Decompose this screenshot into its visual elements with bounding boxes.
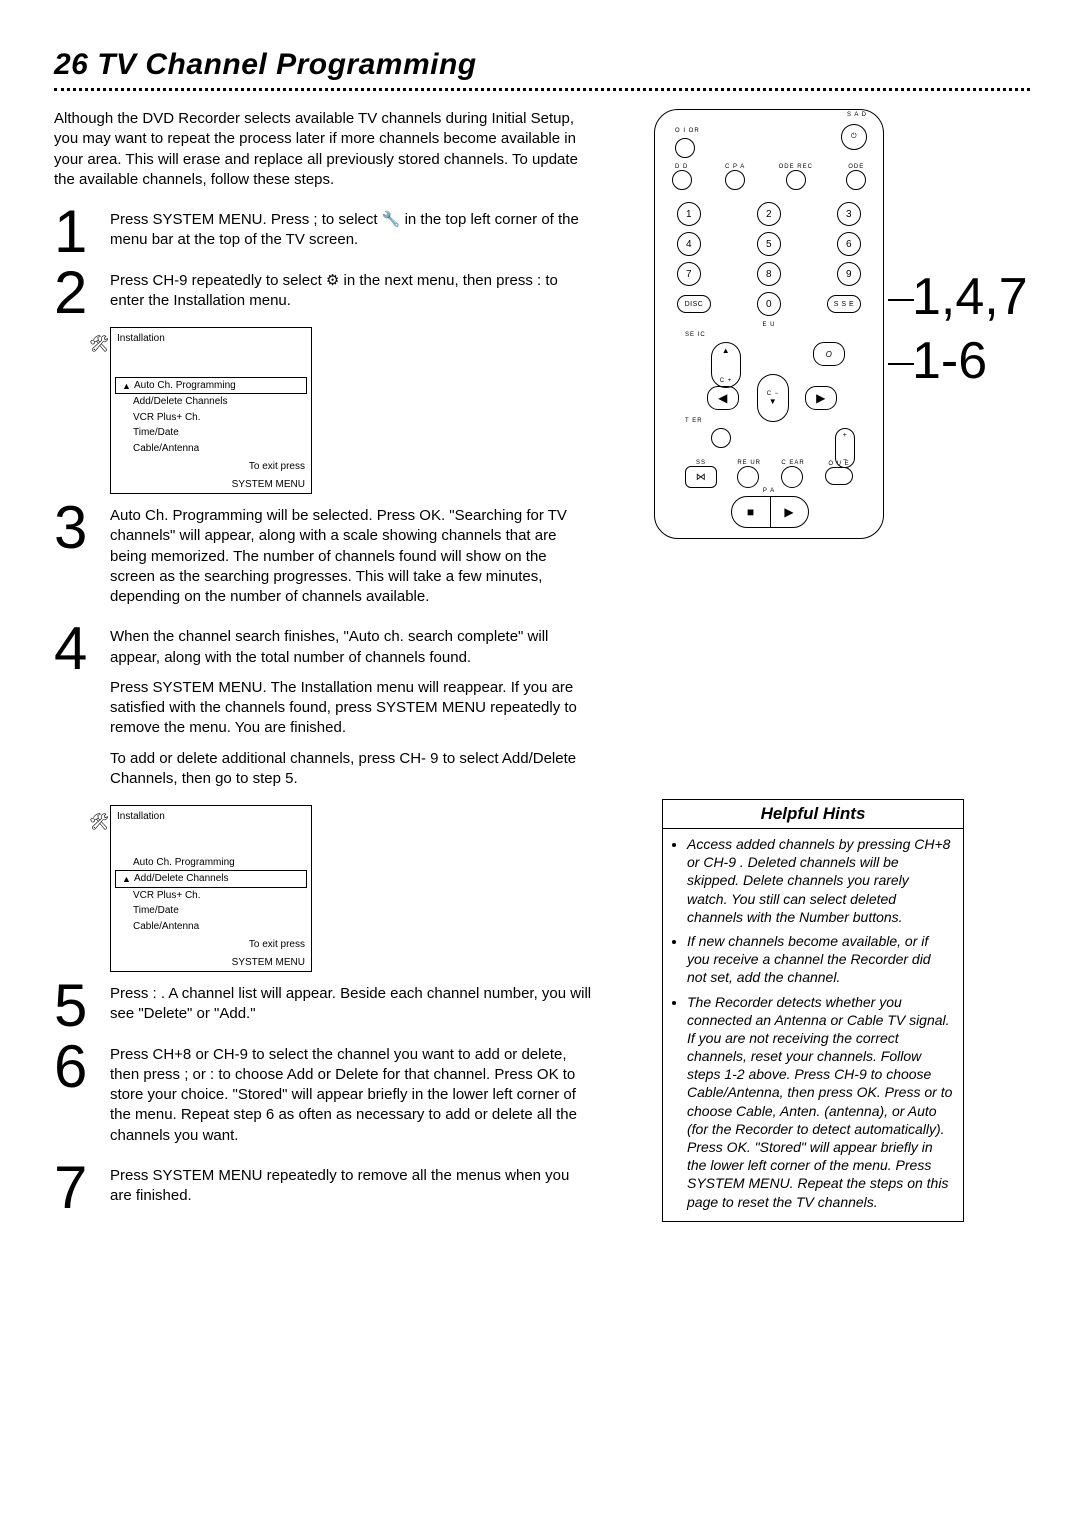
step-text: Press CH-9 repeatedly to select ⚙ in the… (110, 271, 594, 312)
pause-button (825, 467, 853, 485)
label: T ER (685, 418, 703, 424)
step-text: Press SYSTEM MENU. Press ; to select 🔧 i… (110, 210, 594, 251)
timer-button (711, 428, 731, 448)
title-divider (54, 88, 1030, 91)
right-button: ▶ (805, 386, 837, 410)
play-icon: ▶ (771, 497, 809, 527)
menu-item: VCR Plus+ Ch. (111, 410, 311, 426)
stop-icon: ■ (732, 497, 771, 527)
step-5: 5 Press : . A channel list will appear. … (54, 980, 594, 1035)
num-3-button: 3 (837, 202, 861, 226)
system-menu-button: S S E (827, 295, 861, 313)
wrench-icon: 🛠 (89, 334, 109, 356)
disc-button: DISC (677, 295, 711, 313)
step-number: 3 (54, 502, 110, 553)
step-text: To add or delete additional channels, pr… (110, 749, 594, 790)
hint-item: If new channels become available, or if … (687, 932, 953, 987)
menu-item: Auto Ch. Programming (111, 855, 311, 871)
step-2: 2 Press CH-9 repeatedly to select ⚙ in t… (54, 267, 594, 322)
label: O I OR (675, 128, 700, 134)
menu-item: Time/Date (111, 903, 311, 919)
vcrplus-button (725, 170, 745, 190)
mode-rec-button (786, 170, 806, 190)
step-number: 7 (54, 1162, 110, 1213)
step-4: 4 When the channel search finishes, "Aut… (54, 623, 594, 799)
step-text: Auto Ch. Programming will be selected. P… (110, 506, 594, 607)
dvd-button (672, 170, 692, 190)
step-3: 3 Auto Ch. Programming will be selected.… (54, 502, 594, 617)
intro-paragraph: Although the DVD Recorder selects availa… (54, 109, 594, 190)
label: P A (655, 488, 883, 494)
ch-up-down-button: C − ▼ (757, 374, 789, 422)
mode-button (846, 170, 866, 190)
menu-item: Add/Delete Channels (111, 394, 311, 410)
menu-footer: SYSTEM MENU (111, 954, 311, 972)
menu-item: Cable/Antenna (111, 919, 311, 935)
installation-menu-diagram-1: 🛠 Installation ▲Auto Ch. Programming Add… (110, 327, 594, 494)
num-7-button: 7 (677, 262, 701, 286)
step-text: Press SYSTEM MENU. The Installation menu… (110, 678, 594, 739)
menu-item: ▲Auto Ch. Programming (115, 377, 307, 395)
num-1-button: 1 (677, 202, 701, 226)
step-text: Press CH+8 or CH-9 to select the channel… (110, 1045, 594, 1146)
page-title: 26 TV Channel Programming (54, 48, 1030, 82)
installation-menu-diagram-2: 🛠 Installation Auto Ch. Programming ▲Add… (110, 805, 594, 972)
step-6: 6 Press CH+8 or CH-9 to select the chann… (54, 1041, 594, 1156)
num-9-button: 9 (837, 262, 861, 286)
ok-button: O (813, 342, 845, 366)
menu-footer: To exit press (111, 458, 311, 476)
triangle-icon: ▲ (122, 873, 131, 885)
menu-footer: To exit press (111, 936, 311, 954)
num-2-button: 2 (757, 202, 781, 226)
left-button: ◀ (707, 386, 739, 410)
num-4-button: 4 (677, 232, 701, 256)
tv-onoff-button (675, 138, 695, 158)
triangle-icon: ▲ (122, 380, 131, 392)
helpful-hints-box: Helpful Hints Access added channels by p… (662, 799, 964, 1222)
step-number: 5 (54, 980, 110, 1031)
num-6-button: 6 (837, 232, 861, 256)
menu-title: Installation (111, 806, 311, 826)
callout-1-6: 1-6 (912, 335, 987, 387)
helpful-hints-title: Helpful Hints (663, 800, 963, 829)
label: C EAR (781, 460, 804, 466)
up-triangle-icon: ▲ (722, 346, 730, 355)
step-text: Press SYSTEM MENU repeatedly to remove a… (110, 1166, 594, 1207)
remote-illustration: O I OR S A D ⏻ D D C P A (624, 109, 1004, 549)
label: SE IC (685, 332, 706, 338)
label: E U (655, 322, 883, 328)
standby-button: ⏻ (841, 124, 867, 150)
label: S A D (847, 112, 867, 118)
num-0-button: 0 (757, 292, 781, 316)
clear-button (781, 466, 803, 488)
main-content: Although the DVD Recorder selects availa… (54, 109, 594, 1222)
label: RE UR (737, 460, 761, 466)
menu-item: Cable/Antenna (111, 441, 311, 457)
menu-item: VCR Plus+ Ch. (111, 888, 311, 904)
step-1: 1 Press SYSTEM MENU. Press ; to select 🔧… (54, 206, 594, 261)
step-7: 7 Press SYSTEM MENU repeatedly to remove… (54, 1162, 594, 1217)
play-stop-button: ■ ▶ (731, 496, 809, 528)
menu-item: Time/Date (111, 425, 311, 441)
num-8-button: 8 (757, 262, 781, 286)
wrench-icon: 🛠 (89, 812, 109, 834)
step-text: Press : . A channel list will appear. Be… (110, 984, 594, 1025)
num-5-button: 5 (757, 232, 781, 256)
hint-item: Access added channels by pressing CH+8 o… (687, 835, 953, 926)
step-number: 6 (54, 1041, 110, 1092)
step-number: 1 (54, 206, 110, 257)
menu-item: ▲Add/Delete Channels (115, 870, 307, 888)
hint-item: The Recorder detects whether you connect… (687, 993, 953, 1211)
step-text: When the channel search finishes, "Auto … (110, 627, 594, 668)
menu-title: Installation (111, 328, 311, 348)
step-number: 2 (54, 267, 110, 318)
return-button (737, 466, 759, 488)
menu-footer: SYSTEM MENU (111, 476, 311, 494)
callout-147: 1,4,7 (912, 271, 1028, 323)
step-number: 4 (54, 623, 110, 674)
rewind-button: ⋈ (685, 466, 717, 488)
